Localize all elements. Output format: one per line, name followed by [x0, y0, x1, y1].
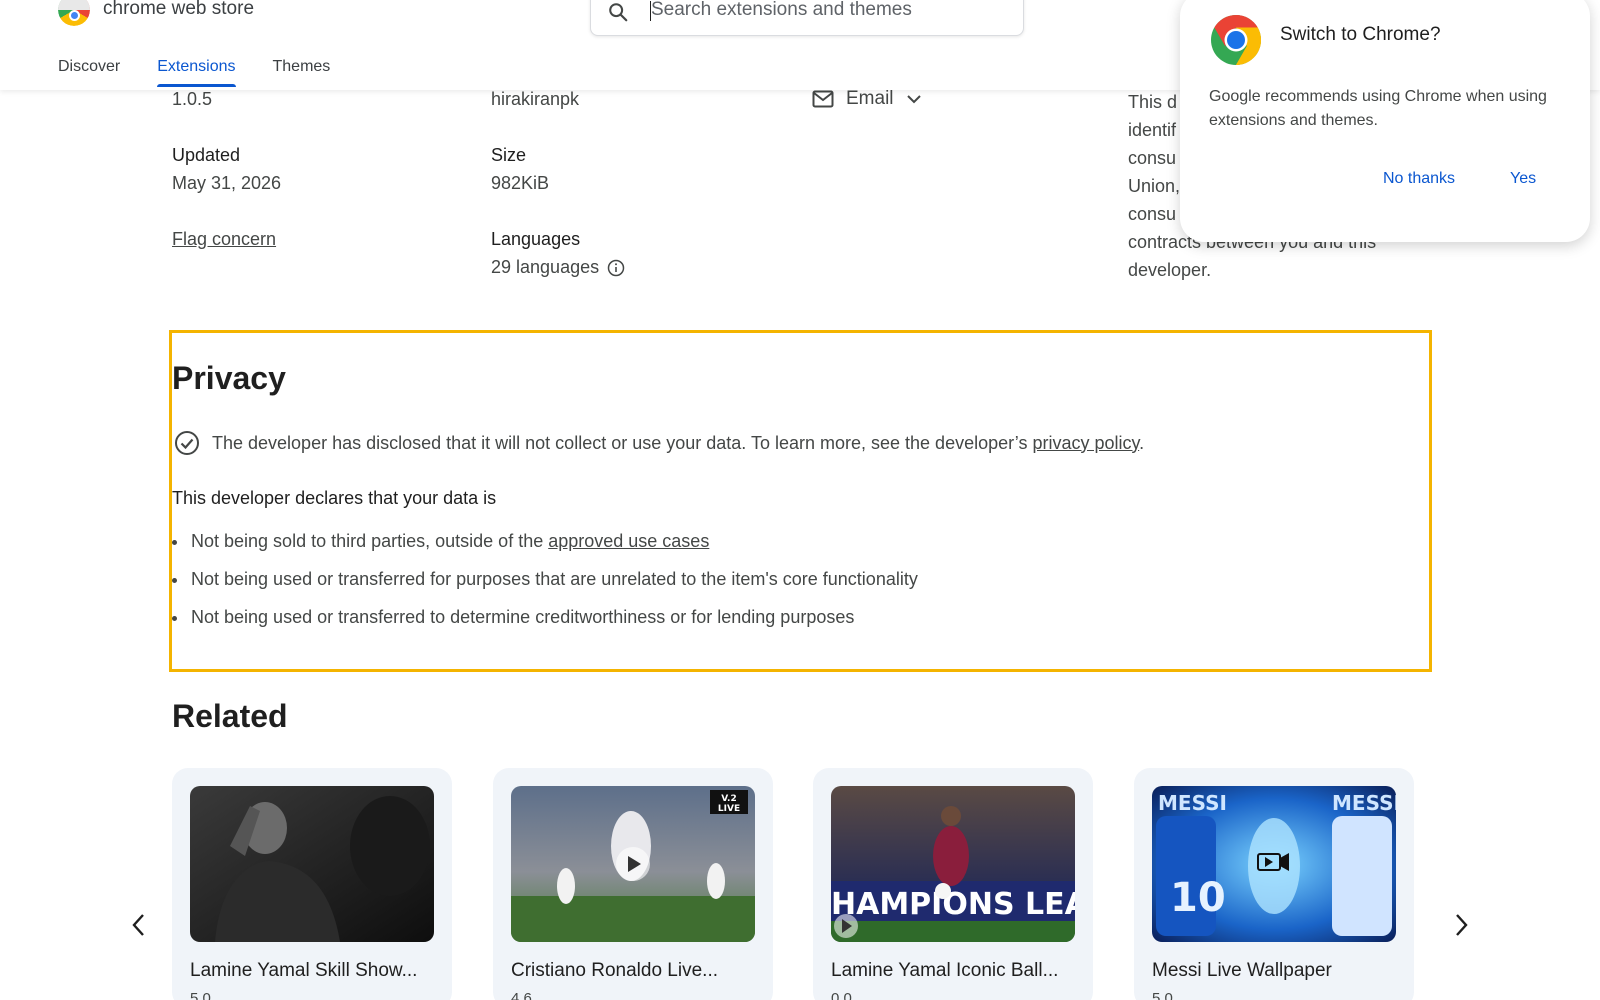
dialog-title: Switch to Chrome?	[1280, 24, 1441, 45]
size-value: 982KiB	[491, 173, 550, 193]
right-name: MESSI	[1332, 791, 1396, 815]
thumbnail-image: MESSI MESSI 10	[1152, 786, 1396, 942]
mail-icon	[812, 90, 834, 108]
left-name: MESSI	[1158, 791, 1227, 815]
card-title: Cristiano Ronaldo Live...	[511, 960, 718, 981]
bullet-text: Not being sold to third parties, outside…	[191, 531, 549, 551]
updated-label: Updated	[172, 145, 241, 165]
privacy-disclosure: The developer has disclosed that it will…	[174, 430, 1144, 456]
disclosure-sentence: The developer has disclosed that it will…	[212, 432, 1033, 453]
list-item: Not being used or transferred for purpos…	[172, 569, 918, 607]
badge-text-2: LIVE	[718, 804, 740, 814]
card-title: Messi Live Wallpaper	[1152, 960, 1332, 981]
flag-concern-link[interactable]: Flag concern	[172, 229, 276, 250]
related-card[interactable]: V.2 LIVE Cristiano Ronaldo Live... 4.6	[493, 768, 773, 1000]
related-heading: Related	[172, 698, 288, 734]
developer-name: hirakiranpk	[491, 89, 580, 109]
size-label: Size	[491, 145, 527, 165]
chevron-right-icon[interactable]	[1452, 912, 1470, 938]
chevron-down-icon	[906, 95, 921, 104]
no-thanks-button[interactable]: No thanks	[1383, 170, 1455, 188]
updated-value: May 31, 2026	[172, 173, 282, 193]
brand-name[interactable]: chrome web store	[103, 0, 254, 20]
privacy-bullets: Not being sold to third parties, outside…	[172, 531, 918, 645]
email-dropdown[interactable]: Email	[812, 88, 922, 110]
search-box[interactable]	[590, 0, 1024, 36]
info-icon[interactable]	[607, 259, 625, 277]
approved-use-cases-link[interactable]: approved use cases	[548, 531, 709, 551]
jersey-number: 10	[1170, 875, 1226, 921]
disclosure-text: The developer has disclosed that it will…	[212, 433, 1144, 454]
list-item: Not being used or transferred to determi…	[172, 607, 918, 645]
email-label: Email	[846, 88, 894, 109]
chevron-left-icon[interactable]	[130, 912, 148, 938]
related-card[interactable]: HAMPIONS LEAGUE Lamine Yamal Iconic Ball…	[813, 768, 1093, 1000]
card-title: Lamine Yamal Iconic Ball...	[831, 960, 1059, 981]
declares-heading: This developer declares that your data i…	[172, 488, 497, 508]
languages-label: Languages	[491, 229, 581, 249]
check-circle-icon	[175, 431, 199, 455]
search-input[interactable]	[651, 0, 1011, 23]
switch-to-chrome-dialog: Switch to Chrome? Google recommends usin…	[1180, 0, 1590, 242]
card-rating: 0.0	[831, 990, 852, 1000]
disclosure-period: .	[1139, 432, 1145, 453]
trader-line: developer.	[1128, 260, 1212, 280]
card-rating: 5.0	[190, 990, 211, 1000]
card-rating: 4.6	[511, 990, 532, 1000]
related-card[interactable]: Lamine Yamal Skill Show... 5.0	[172, 768, 452, 1000]
thumbnail-image: V.2 LIVE	[511, 786, 755, 942]
list-item: Not being sold to third parties, outside…	[172, 531, 918, 569]
privacy-policy-link[interactable]: privacy policy	[1032, 433, 1139, 453]
thumbnail-image: HAMPIONS LEAGUE	[831, 786, 1075, 942]
category-tabs: Discover Extensions Themes	[58, 58, 331, 87]
chrome-logo-icon	[1211, 15, 1261, 65]
badge-text-1: V.2	[721, 794, 737, 804]
chrome-web-store-logo[interactable]	[58, 0, 90, 26]
version-value: 1.0.5	[172, 89, 213, 109]
card-rating: 5.0	[1152, 990, 1173, 1000]
tab-themes[interactable]: Themes	[273, 58, 331, 86]
yes-button[interactable]: Yes	[1510, 170, 1536, 188]
related-card[interactable]: MESSI MESSI 10 Messi Live Wallpaper 5.0	[1134, 768, 1414, 1000]
thumbnail-image	[190, 786, 434, 942]
tab-extensions[interactable]: Extensions	[157, 58, 236, 87]
languages-value: 29 languages	[491, 257, 600, 277]
privacy-heading: Privacy	[172, 360, 286, 396]
languages-row: 29 languages	[491, 257, 625, 278]
dialog-body: Google recommends using Chrome when usin…	[1209, 88, 1547, 129]
card-title: Lamine Yamal Skill Show...	[190, 960, 418, 981]
search-icon	[609, 3, 628, 22]
tab-discover[interactable]: Discover	[58, 58, 120, 86]
banner-text: HAMPIONS LEAGUE	[831, 887, 1075, 922]
